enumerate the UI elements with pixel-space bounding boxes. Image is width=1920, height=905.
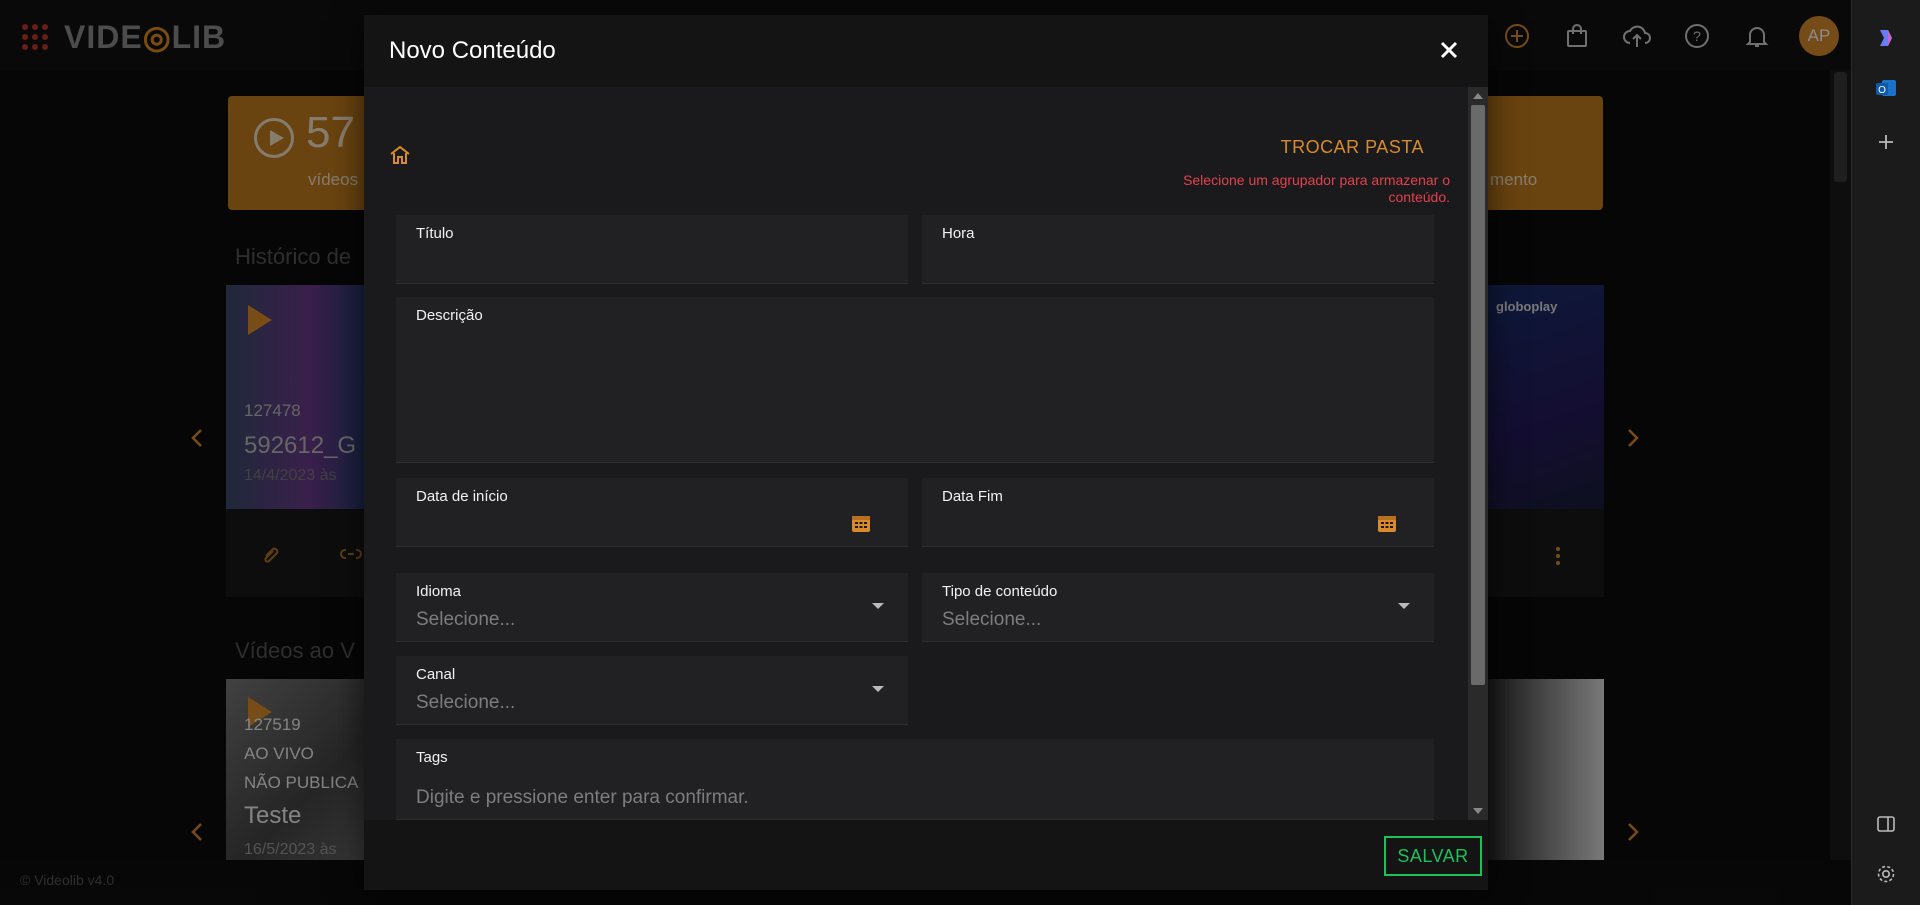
field-label: Descrição xyxy=(416,307,483,324)
modal-footer: SALVAR xyxy=(364,820,1488,890)
outlook-icon[interactable]: O xyxy=(1872,74,1900,102)
field-label: Título xyxy=(416,225,454,242)
scroll-down-arrow-icon[interactable] xyxy=(1473,808,1483,814)
start-date-field[interactable]: Data de início xyxy=(396,478,908,547)
calendar-icon[interactable] xyxy=(1376,512,1398,534)
modal-body: TROCAR PASTA Selecione um agrupador para… xyxy=(364,87,1468,820)
copilot-icon[interactable] xyxy=(1872,24,1900,52)
language-selected-value[interactable]: Selecione... xyxy=(416,609,515,631)
hour-field[interactable]: Hora xyxy=(922,215,1434,284)
calendar-icon[interactable] xyxy=(850,512,872,534)
change-folder-button[interactable]: TROCAR PASTA xyxy=(1281,137,1424,158)
chevron-down-icon[interactable] xyxy=(872,686,884,692)
modal-scrollbar[interactable] xyxy=(1468,87,1488,820)
add-icon[interactable] xyxy=(1872,128,1900,156)
field-label: Tipo de conteúdo xyxy=(942,583,1058,600)
tags-field[interactable]: Tags Digite e pressione enter para confi… xyxy=(396,739,1434,820)
save-button[interactable]: SALVAR xyxy=(1384,836,1482,876)
field-label: Idioma xyxy=(416,583,462,600)
field-label: Hora xyxy=(942,225,975,242)
svg-text:O: O xyxy=(1878,85,1886,96)
scroll-up-arrow-icon[interactable] xyxy=(1473,93,1483,99)
new-content-modal: Novo Conteúdo TROCAR PASTA Selecione um … xyxy=(364,15,1488,890)
split-view-icon[interactable] xyxy=(1872,810,1900,838)
channel-select[interactable]: Canal Selecione... xyxy=(396,656,908,725)
title-field[interactable]: Título xyxy=(396,215,908,284)
modal-scrollbar-thumb[interactable] xyxy=(1471,105,1485,685)
field-label: Data Fim xyxy=(942,488,1003,505)
modal-header: Novo Conteúdo xyxy=(364,15,1488,87)
tags-input[interactable]: Digite e pressione enter para confirmar. xyxy=(416,787,749,809)
field-label: Data de início xyxy=(416,488,508,505)
language-select[interactable]: Idioma Selecione... xyxy=(396,573,908,642)
description-field[interactable]: Descrição xyxy=(396,297,1434,463)
modal-title: Novo Conteúdo xyxy=(389,37,556,64)
field-label: Tags xyxy=(416,749,448,766)
channel-selected-value[interactable]: Selecione... xyxy=(416,692,515,714)
end-date-field[interactable]: Data Fim xyxy=(922,478,1434,547)
field-label: Canal xyxy=(416,666,456,683)
settings-gear-icon[interactable] xyxy=(1872,860,1900,888)
browser-sidebar: O xyxy=(1851,0,1920,905)
close-icon[interactable] xyxy=(1434,35,1464,65)
home-icon[interactable] xyxy=(388,143,412,167)
content-type-selected-value[interactable]: Selecione... xyxy=(942,609,1041,631)
chevron-down-icon[interactable] xyxy=(1398,603,1410,609)
folder-hint-text: Selecione um agrupador para armazenar o … xyxy=(1183,172,1450,205)
chevron-down-icon[interactable] xyxy=(872,603,884,609)
content-type-select[interactable]: Tipo de conteúdo Selecione... xyxy=(922,573,1434,642)
